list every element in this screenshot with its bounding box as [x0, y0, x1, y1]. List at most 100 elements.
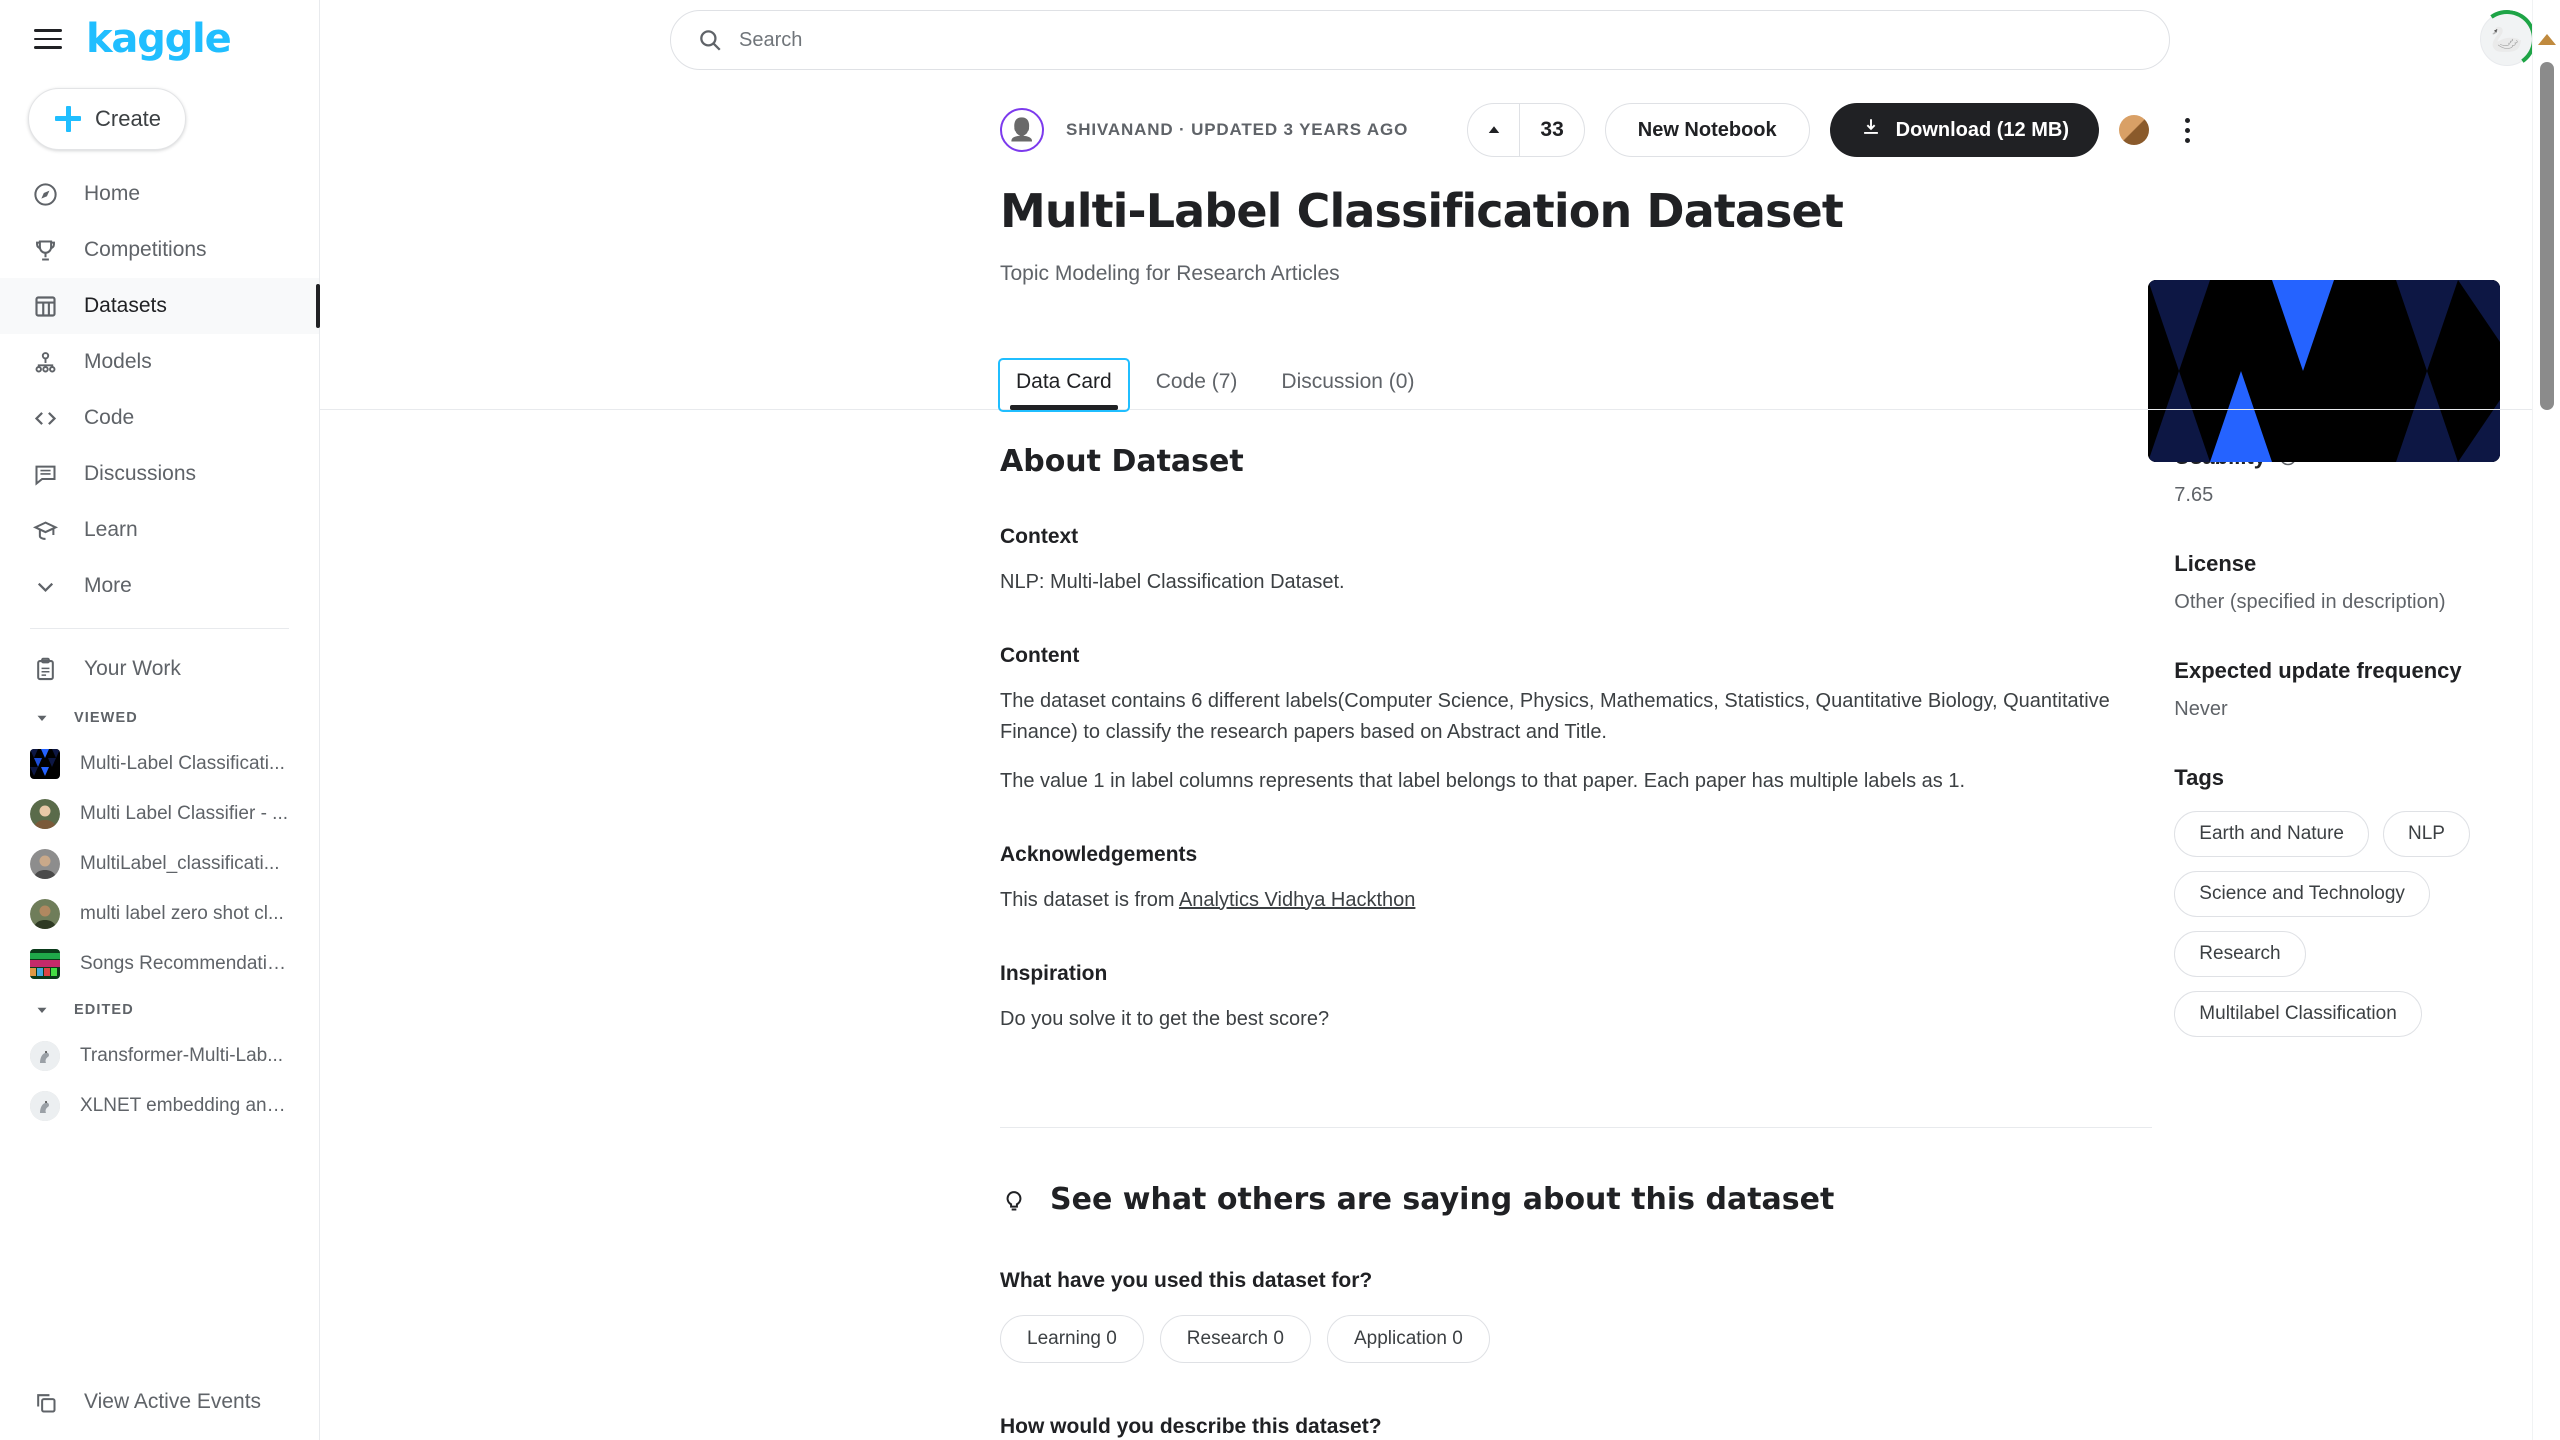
- tag-nlp[interactable]: NLP: [2383, 810, 2470, 857]
- sidebar-item-datasets[interactable]: Datasets: [0, 278, 320, 334]
- content-paragraph-1: The dataset contains 6 different labels(…: [1000, 689, 2110, 743]
- sidebar-label: Home: [84, 182, 141, 205]
- download-label: Download (12 MB): [1895, 118, 2069, 141]
- list-item-label: Multi-Label Classificati...: [80, 753, 285, 774]
- tab-data-card[interactable]: Data Card: [998, 357, 1130, 412]
- usage-chip-learning[interactable]: Learning 0: [1000, 1314, 1144, 1363]
- dataset-header-row: 👤 SHIVANAND · UPDATED 3 YEARS AGO 33 New…: [1000, 102, 2205, 158]
- sidebar-label: Your Work: [84, 657, 181, 680]
- usage-chips: Learning 0 Research 0 Application 0: [1000, 1314, 2152, 1363]
- content-paragraph-2: The value 1 in label columns represents …: [1000, 769, 1966, 792]
- sidebar-item-models[interactable]: Models: [0, 334, 319, 390]
- page-title: Multi-Label Classification Dataset: [1000, 184, 1844, 238]
- context-paragraph: NLP: Multi-label Classification Dataset.: [1000, 570, 1345, 593]
- sidebar-label: Discussions: [84, 462, 197, 485]
- others-title: See what others are saying about this da…: [1050, 1181, 1835, 1217]
- comment-icon: [30, 459, 60, 489]
- list-item[interactable]: Transformer-Multi-Lab...: [0, 1031, 319, 1081]
- tab-bar: Data Card Code (7) Discussion (0): [320, 348, 2560, 412]
- scroll-up-arrow-icon[interactable]: [2537, 34, 2556, 45]
- edited-section-header[interactable]: EDITED: [0, 989, 319, 1031]
- create-button[interactable]: Create: [28, 88, 186, 150]
- bronze-medal-icon[interactable]: [2119, 115, 2149, 145]
- analytics-vidhya-link[interactable]: Analytics Vidhya Hackthon: [1179, 889, 1415, 911]
- sidebar-item-learn[interactable]: Learn: [0, 502, 319, 558]
- search-input[interactable]: Search: [670, 10, 2170, 70]
- download-button[interactable]: Download (12 MB): [1829, 103, 2099, 157]
- title-block: Multi-Label Classification Dataset Topic…: [1000, 184, 2200, 286]
- tag-science-and-technology[interactable]: Science and Technology: [2174, 870, 2430, 917]
- section-divider: [1000, 1126, 2153, 1128]
- sidebar-item-competitions[interactable]: Competitions: [0, 222, 319, 278]
- usability-value: 7.65: [2174, 483, 2214, 506]
- kaggle-logo[interactable]: kaggle: [86, 19, 232, 59]
- avatar: [30, 899, 60, 929]
- main-nav: Home Competitions Datasets Models Code D…: [0, 166, 320, 614]
- tag-multilabel-classification[interactable]: Multilabel Classification: [2174, 990, 2422, 1037]
- tag-research[interactable]: Research: [2174, 930, 2306, 977]
- avatar: [30, 849, 60, 879]
- list-item[interactable]: Multi-Label Classificati...: [0, 739, 319, 789]
- edited-header-label: EDITED: [74, 1002, 134, 1018]
- tab-code[interactable]: Code (7): [1140, 360, 1254, 410]
- search-icon: [697, 27, 723, 53]
- sidebar-item-more[interactable]: More: [0, 558, 319, 614]
- graduation-cap-icon: [30, 515, 60, 545]
- acknowledgements-heading: Acknowledgements: [1000, 842, 1198, 866]
- dataset-meta-sidebar: Usability 7.65 License Other (specified …: [2174, 444, 2560, 1440]
- viewed-section-header[interactable]: VIEWED: [0, 697, 319, 739]
- page-scrollbar[interactable]: [2532, 0, 2560, 1440]
- upvote-button[interactable]: [1468, 104, 1521, 156]
- list-item[interactable]: Multi Label Classifier - ...: [0, 789, 319, 839]
- view-active-events-button[interactable]: View Active Events: [0, 1364, 319, 1440]
- usage-chip-research[interactable]: Research 0: [1159, 1314, 1311, 1363]
- sidebar-label: Learn: [84, 518, 138, 541]
- sidebar-item-your-work[interactable]: Your Work: [0, 641, 319, 697]
- ack-prefix: This dataset is from: [1000, 888, 1179, 911]
- clipboard-icon: [30, 654, 60, 684]
- upvote-control: 33: [1467, 103, 1585, 157]
- sidebar-label: Datasets: [84, 294, 167, 317]
- left-sidebar: kaggle Create Home Competitions Datasets…: [0, 0, 320, 1440]
- frequency-label: Expected update frequency: [2174, 657, 2462, 683]
- sidebar-item-discussions[interactable]: Discussions: [0, 446, 319, 502]
- user-avatar-button[interactable]: 🦢: [2473, 5, 2541, 73]
- tag-earth-and-nature[interactable]: Earth and Nature: [2174, 810, 2369, 857]
- license-value: Other (specified in description): [2174, 590, 2446, 613]
- license-block: License Other (specified in description): [2174, 551, 2560, 614]
- dataset-thumbnail-icon: [30, 749, 60, 779]
- dataset-thumbnail-icon: [30, 949, 60, 979]
- kaggle-dataset-page: kaggle Create Home Competitions Datasets…: [0, 0, 2560, 1440]
- list-item-label: Multi Label Classifier - ...: [80, 803, 289, 824]
- new-notebook-button[interactable]: New Notebook: [1604, 103, 1810, 157]
- sidebar-label: Code: [84, 406, 135, 429]
- list-item[interactable]: XLNET embedding and...: [0, 1081, 319, 1131]
- code-icon: [30, 403, 60, 433]
- author-meta: SHIVANAND · UPDATED 3 YEARS AGO: [1066, 120, 1409, 139]
- usage-chip-application[interactable]: Application 0: [1326, 1314, 1490, 1363]
- about-heading: About Dataset: [1000, 443, 1244, 479]
- tags-label: Tags: [2174, 764, 2225, 790]
- hamburger-menu-icon[interactable]: [34, 26, 64, 52]
- usage-question-label: What have you used this dataset for?: [1000, 1268, 1373, 1292]
- update-frequency-block: Expected update frequency Never: [2174, 658, 2560, 721]
- table-icon: [30, 291, 60, 321]
- models-icon: [30, 347, 60, 377]
- list-item[interactable]: MultiLabel_classificati...: [0, 839, 319, 889]
- sidebar-label: Competitions: [84, 238, 207, 261]
- content-scroll-area: 👤 SHIVANAND · UPDATED 3 YEARS AGO 33 New…: [320, 80, 2560, 1440]
- license-label: License: [2174, 550, 2257, 576]
- list-item[interactable]: Songs Recommendatio...: [0, 939, 319, 989]
- inspiration-paragraph: Do you solve it to get the best score?: [1000, 1007, 1330, 1030]
- list-item[interactable]: multi label zero shot cl...: [0, 889, 319, 939]
- dataset-header: 👤 SHIVANAND · UPDATED 3 YEARS AGO 33 New…: [320, 80, 2560, 462]
- search-placeholder: Search: [739, 28, 803, 51]
- more-options-button[interactable]: [2169, 108, 2205, 152]
- view-active-events-label: View Active Events: [84, 1390, 262, 1413]
- sidebar-item-code[interactable]: Code: [0, 390, 319, 446]
- author-block[interactable]: 👤 SHIVANAND · UPDATED 3 YEARS AGO: [1000, 108, 1408, 152]
- scrollbar-thumb[interactable]: [2540, 62, 2554, 410]
- sidebar-item-home[interactable]: Home: [0, 166, 319, 222]
- describe-question-label: How would you describe this dataset?: [1000, 1414, 1382, 1438]
- tab-discussion[interactable]: Discussion (0): [1265, 360, 1430, 410]
